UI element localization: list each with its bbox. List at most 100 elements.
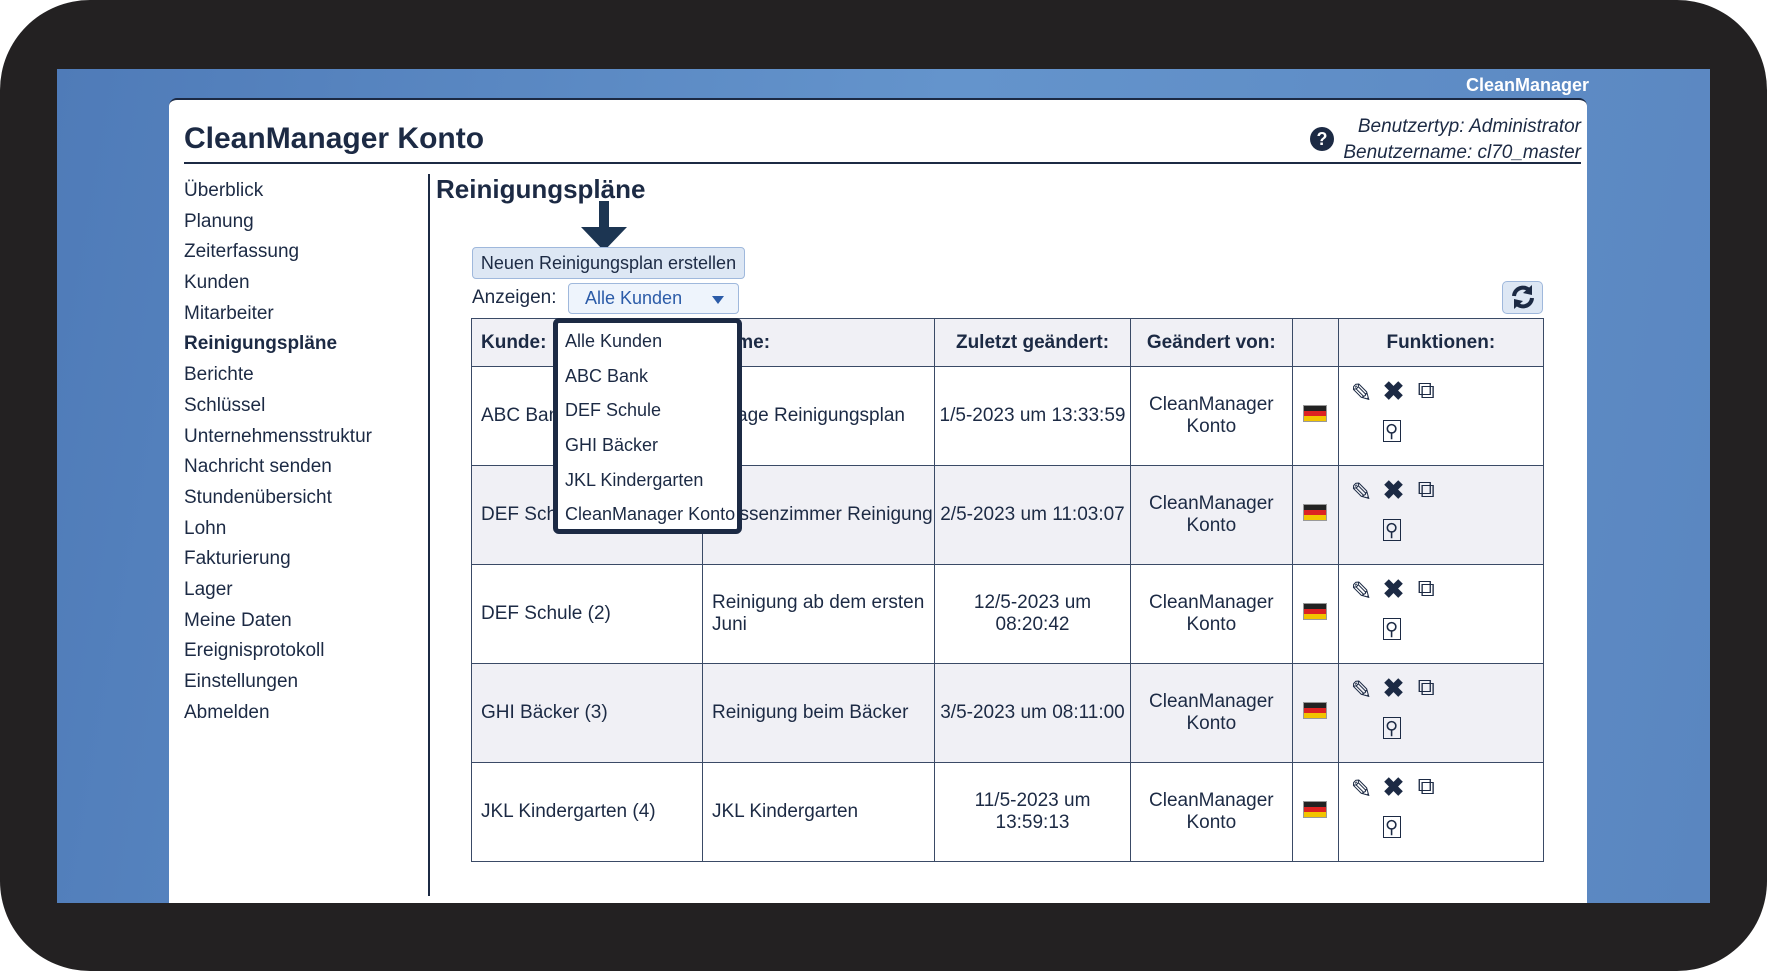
app-brand: CleanManager [1465,75,1589,95]
sidebar-item[interactable]: Lohn [184,514,372,545]
copy-icon[interactable]: ⧉ [1418,775,1435,799]
column-header-changed-by[interactable]: Geändert von: [1130,318,1293,367]
preview-icon[interactable]: ⚲ [1382,618,1401,640]
column-header-changed[interactable]: Zuletzt geändert: [934,318,1131,367]
delete-icon[interactable]: ✖ [1383,477,1405,503]
dropdown-option[interactable]: ABC Bank [558,364,737,399]
sidebar-item[interactable]: Mitarbeiter [184,299,372,330]
dropdown-option[interactable]: CleanManager Konto [558,502,737,537]
help-icon[interactable]: ? [1310,127,1334,151]
german-flag-icon [1303,503,1328,521]
header-divider [184,162,1581,164]
preview-icon[interactable]: ⚲ [1382,420,1401,442]
new-cleaning-plan-button[interactable]: Neuen Reinigungsplan erstellen [472,247,745,279]
copy-icon[interactable]: ⧉ [1418,379,1435,403]
edit-icon[interactable]: ✎ [1351,578,1373,604]
cell-name: JKL Kindergarten [702,762,935,862]
user-info: Benutzertyp: Administrator Benutzername:… [1343,114,1581,166]
cell-language [1291,663,1339,763]
sidebar-item[interactable]: Berichte [184,360,372,391]
sidebar: Überblick Planung Zeiterfassung Kunden Mitar… [184,176,372,728]
table-row: JKL Kindergarten (4) JKL Kindergarten 11… [471,762,1545,862]
chevron-down-icon [712,296,724,304]
cell-changed: 12/5-2023 um 08:20:42 [934,564,1131,664]
preview-icon[interactable]: ⚲ [1382,717,1401,739]
dropdown-option[interactable]: Alle Kunden [558,329,737,364]
table-row: DEF Schule (2) Reinigung ab dem ersten J… [471,564,1545,664]
sidebar-item[interactable]: Unternehmensstruktur [184,422,372,453]
german-flag-icon [1303,800,1328,818]
delete-icon[interactable]: ✖ [1383,675,1405,701]
sidebar-item[interactable]: Abmelden [184,698,372,729]
cell-name: Reinigung beim Bäcker [702,663,935,763]
sidebar-item[interactable]: Fakturierung [184,544,372,575]
sidebar-item[interactable]: Nachricht senden [184,452,372,483]
delete-icon[interactable]: ✖ [1383,774,1405,800]
edit-icon[interactable]: ✎ [1351,479,1373,505]
cell-name: Reinigung ab dem ersten Juni [702,564,935,664]
cell-functions: ✎ ✖ ⧉ ⚲ [1337,663,1545,763]
sidebar-item[interactable]: Zeiterfassung [184,237,372,268]
sidebar-item[interactable]: Reinigungspläne [184,329,372,360]
cell-language [1291,366,1339,466]
sidebar-item[interactable]: Lager [184,575,372,606]
copy-icon[interactable]: ⧉ [1418,478,1435,502]
cell-changed-by: CleanManager Konto [1130,366,1293,466]
customer-filter-select[interactable]: Alle Kunden [568,283,739,314]
page-title: CleanManager Konto [184,122,485,155]
copy-icon[interactable]: ⧉ [1418,577,1435,601]
cell-kunde: JKL Kindergarten (4) [471,762,703,862]
cell-changed-by: CleanManager Konto [1130,663,1293,763]
german-flag-icon [1303,602,1328,620]
cell-functions: ✎ ✖ ⧉ ⚲ [1337,762,1545,862]
sidebar-item[interactable]: Überblick [184,176,372,207]
main-panel: CleanManager Konto ? Benutzertyp: Admini… [169,98,1587,903]
german-flag-icon [1303,404,1328,422]
cell-changed: 11/5-2023 um 13:59:13 [934,762,1131,862]
dropdown-option[interactable]: JKL Kindergarten [558,468,737,503]
german-flag-icon [1303,701,1328,719]
cell-changed-by: CleanManager Konto [1130,465,1293,565]
edit-icon[interactable]: ✎ [1351,677,1373,703]
cell-changed-by: CleanManager Konto [1130,564,1293,664]
copy-icon[interactable]: ⧉ [1418,676,1435,700]
table-row: GHI Bäcker (3) Reinigung beim Bäcker 3/5… [471,663,1545,763]
cell-kunde: GHI Bäcker (3) [471,663,703,763]
column-header-functions: Funktionen: [1337,318,1545,367]
arrow-down-icon [581,201,627,251]
sidebar-item[interactable]: Einstellungen [184,667,372,698]
filter-label: Anzeigen: [472,287,557,308]
cell-changed: 3/5-2023 um 08:11:00 [934,663,1131,763]
edit-icon[interactable]: ✎ [1351,380,1373,406]
cell-changed-by: CleanManager Konto [1130,762,1293,862]
edit-icon[interactable]: ✎ [1351,776,1373,802]
cell-kunde: DEF Schule (2) [471,564,703,664]
preview-icon[interactable]: ⚲ [1382,816,1401,838]
cell-changed: 1/5-2023 um 13:33:59 [934,366,1131,466]
cell-changed: 2/5-2023 um 11:03:07 [934,465,1131,565]
sidebar-item[interactable]: Kunden [184,268,372,299]
sidebar-item[interactable]: Schlüssel [184,391,372,422]
user-type: Benutzertyp: Administrator [1357,116,1581,137]
cell-functions: ✎ ✖ ⧉ ⚲ [1337,465,1545,565]
dropdown-option[interactable]: GHI Bäcker [558,433,737,468]
delete-icon[interactable]: ✖ [1383,378,1405,404]
delete-icon[interactable]: ✖ [1383,576,1405,602]
cell-functions: ✎ ✖ ⧉ ⚲ [1337,564,1545,664]
cell-language [1291,762,1339,862]
sidebar-item[interactable]: Stundenübersicht [184,483,372,514]
sidebar-item[interactable]: Meine Daten [184,606,372,637]
column-header-language [1291,318,1339,367]
cell-language [1291,564,1339,664]
dropdown-option[interactable]: DEF Schule [558,398,737,433]
preview-icon[interactable]: ⚲ [1382,519,1401,541]
refresh-icon [1511,285,1534,309]
sidebar-item[interactable]: Ereignisprotokoll [184,636,372,667]
refresh-button[interactable] [1502,281,1543,314]
cell-functions: ✎ ✖ ⧉ ⚲ [1337,366,1545,466]
sidebar-divider [428,174,430,896]
cell-language [1291,465,1339,565]
customer-filter-dropdown: Alle Kunden ABC Bank DEF Schule GHI Bäcker J… [553,318,742,534]
sidebar-item[interactable]: Planung [184,207,372,238]
filter-value: Alle Kunden [585,288,683,308]
